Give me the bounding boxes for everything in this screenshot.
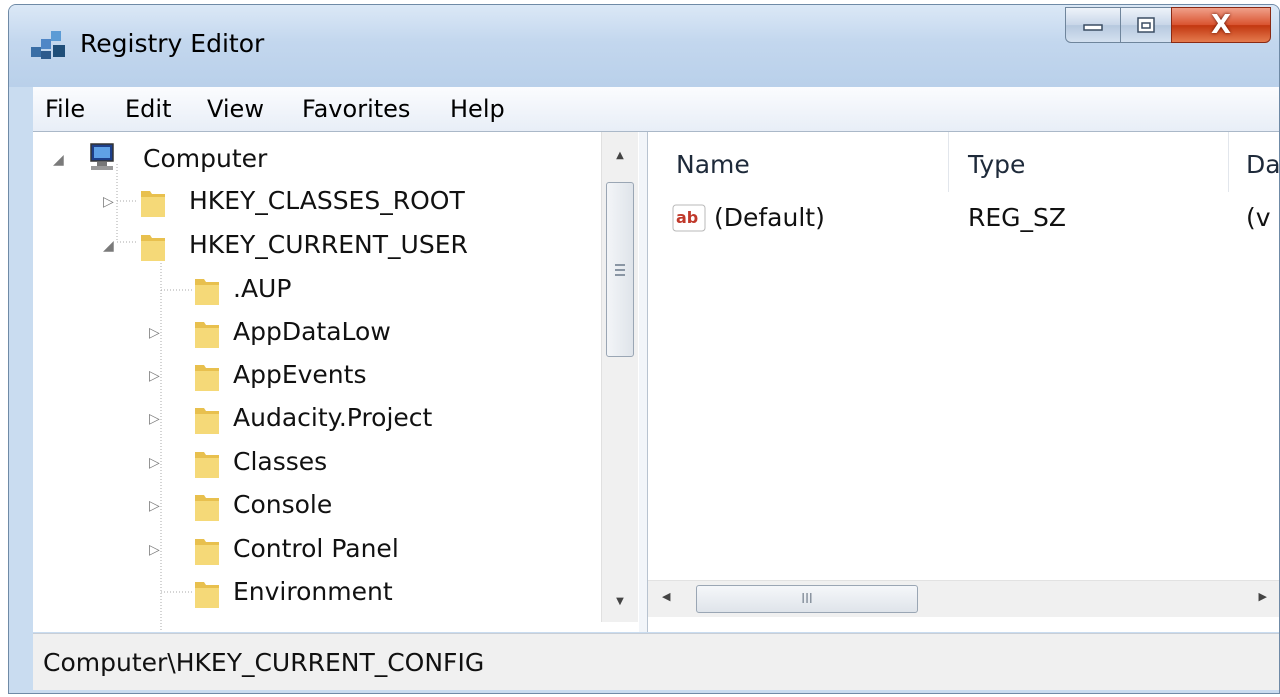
folder-icon [141, 235, 165, 261]
folder-icon [195, 322, 219, 348]
tree-item-label: HKEY_CURRENT_USER [189, 230, 468, 259]
computer-icon [90, 143, 114, 170]
scroll-up-icon[interactable]: ▲ [602, 138, 638, 172]
value-data: (v [1246, 203, 1271, 232]
folder-icon [195, 582, 219, 608]
client-area: ◢ Computer ▷ HKEY_CLASSES_ROOT ◢ HKEY_CU… [33, 131, 1279, 632]
expand-arrow-icon[interactable]: ▷ [149, 498, 160, 514]
minimize-icon [1083, 24, 1103, 31]
folder-icon [195, 452, 219, 478]
value-type: REG_SZ [968, 203, 1067, 232]
window-title: Registry Editor [80, 29, 265, 58]
tree-item-label: .AUP [233, 274, 292, 303]
expand-arrow-icon[interactable]: ▷ [149, 542, 160, 558]
column-header-type[interactable]: Type [968, 150, 1025, 179]
tree-item-label: Classes [233, 447, 328, 476]
expand-arrow-icon[interactable]: ▷ [103, 194, 114, 210]
tree-item-label: Computer [143, 144, 268, 173]
scroll-right-icon[interactable]: ▶ [1259, 590, 1267, 603]
tree-scroll-thumb[interactable] [606, 182, 634, 357]
list-scroll-thumb[interactable]: III [696, 585, 918, 613]
collapse-arrow-icon[interactable]: ◢ [103, 238, 114, 254]
folder-icon [195, 539, 219, 565]
maximize-icon [1137, 17, 1155, 33]
tree-item-label: Environment [233, 577, 393, 606]
column-divider[interactable] [1228, 132, 1229, 192]
expand-arrow-icon[interactable]: ▷ [149, 411, 160, 427]
menu-edit[interactable]: Edit [119, 93, 177, 125]
status-bar: Computer\HKEY_CURRENT_CONFIG [33, 633, 1279, 690]
pane-splitter[interactable] [639, 132, 648, 632]
grip-icon: III [801, 591, 813, 607]
menu-file[interactable]: File [39, 93, 91, 125]
title-bar[interactable]: Registry Editor X [9, 5, 1279, 87]
maximize-button[interactable] [1120, 7, 1172, 43]
folder-icon [195, 408, 219, 434]
tree-item-label: AppDataLow [233, 317, 391, 346]
column-header-data[interactable]: Da [1246, 150, 1279, 179]
registry-editor-window: Registry Editor X File Edit View Favorit… [8, 4, 1280, 694]
expand-arrow-icon[interactable]: ▷ [149, 455, 160, 471]
value-name: (Default) [714, 203, 825, 232]
column-divider[interactable] [948, 132, 949, 192]
expand-arrow-icon[interactable]: ▷ [149, 325, 160, 341]
value-row[interactable]: ab (Default) REG_SZ (v [648, 197, 1279, 241]
scroll-down-icon[interactable]: ▼ [602, 584, 638, 618]
tree-item-label: HKEY_CLASSES_ROOT [189, 186, 465, 215]
collapse-arrow-icon[interactable]: ◢ [53, 152, 64, 168]
tree-item-label: Console [233, 490, 333, 519]
list-horizontal-scrollbar[interactable]: ◀ III ▶ [648, 580, 1279, 617]
menu-bar: File Edit View Favorites Help [33, 87, 1279, 132]
minimize-button[interactable] [1065, 7, 1121, 43]
values-list-pane[interactable]: Name Type Da ab (Default) REG_SZ (v ◀ II… [648, 132, 1279, 632]
tree-item-label: Audacity.Project [233, 403, 433, 432]
key-tree-pane[interactable]: ◢ Computer ▷ HKEY_CLASSES_ROOT ◢ HKEY_CU… [33, 132, 640, 632]
close-button[interactable]: X [1171, 7, 1271, 43]
folder-icon [195, 279, 219, 305]
menu-help[interactable]: Help [444, 93, 511, 125]
column-header-name[interactable]: Name [676, 150, 750, 179]
folder-icon [195, 495, 219, 521]
svg-text:ab: ab [676, 208, 698, 227]
scroll-left-icon[interactable]: ◀ [662, 590, 670, 603]
tree-item-label: Control Panel [233, 534, 399, 563]
folder-icon [195, 365, 219, 391]
tree-item-label: AppEvents [233, 360, 367, 389]
caption-buttons: X [1039, 5, 1279, 47]
string-value-icon: ab [672, 204, 706, 232]
folder-icon [141, 191, 165, 217]
grip-icon [615, 263, 625, 276]
expand-arrow-icon[interactable]: ▷ [149, 368, 160, 384]
registry-editor-icon [31, 31, 65, 59]
menu-view[interactable]: View [201, 93, 270, 125]
close-icon: X [1210, 10, 1232, 40]
menu-favorites[interactable]: Favorites [296, 93, 416, 125]
status-path: Computer\HKEY_CURRENT_CONFIG [43, 648, 485, 677]
tree-vertical-scrollbar[interactable]: ▲ ▼ [601, 132, 638, 622]
